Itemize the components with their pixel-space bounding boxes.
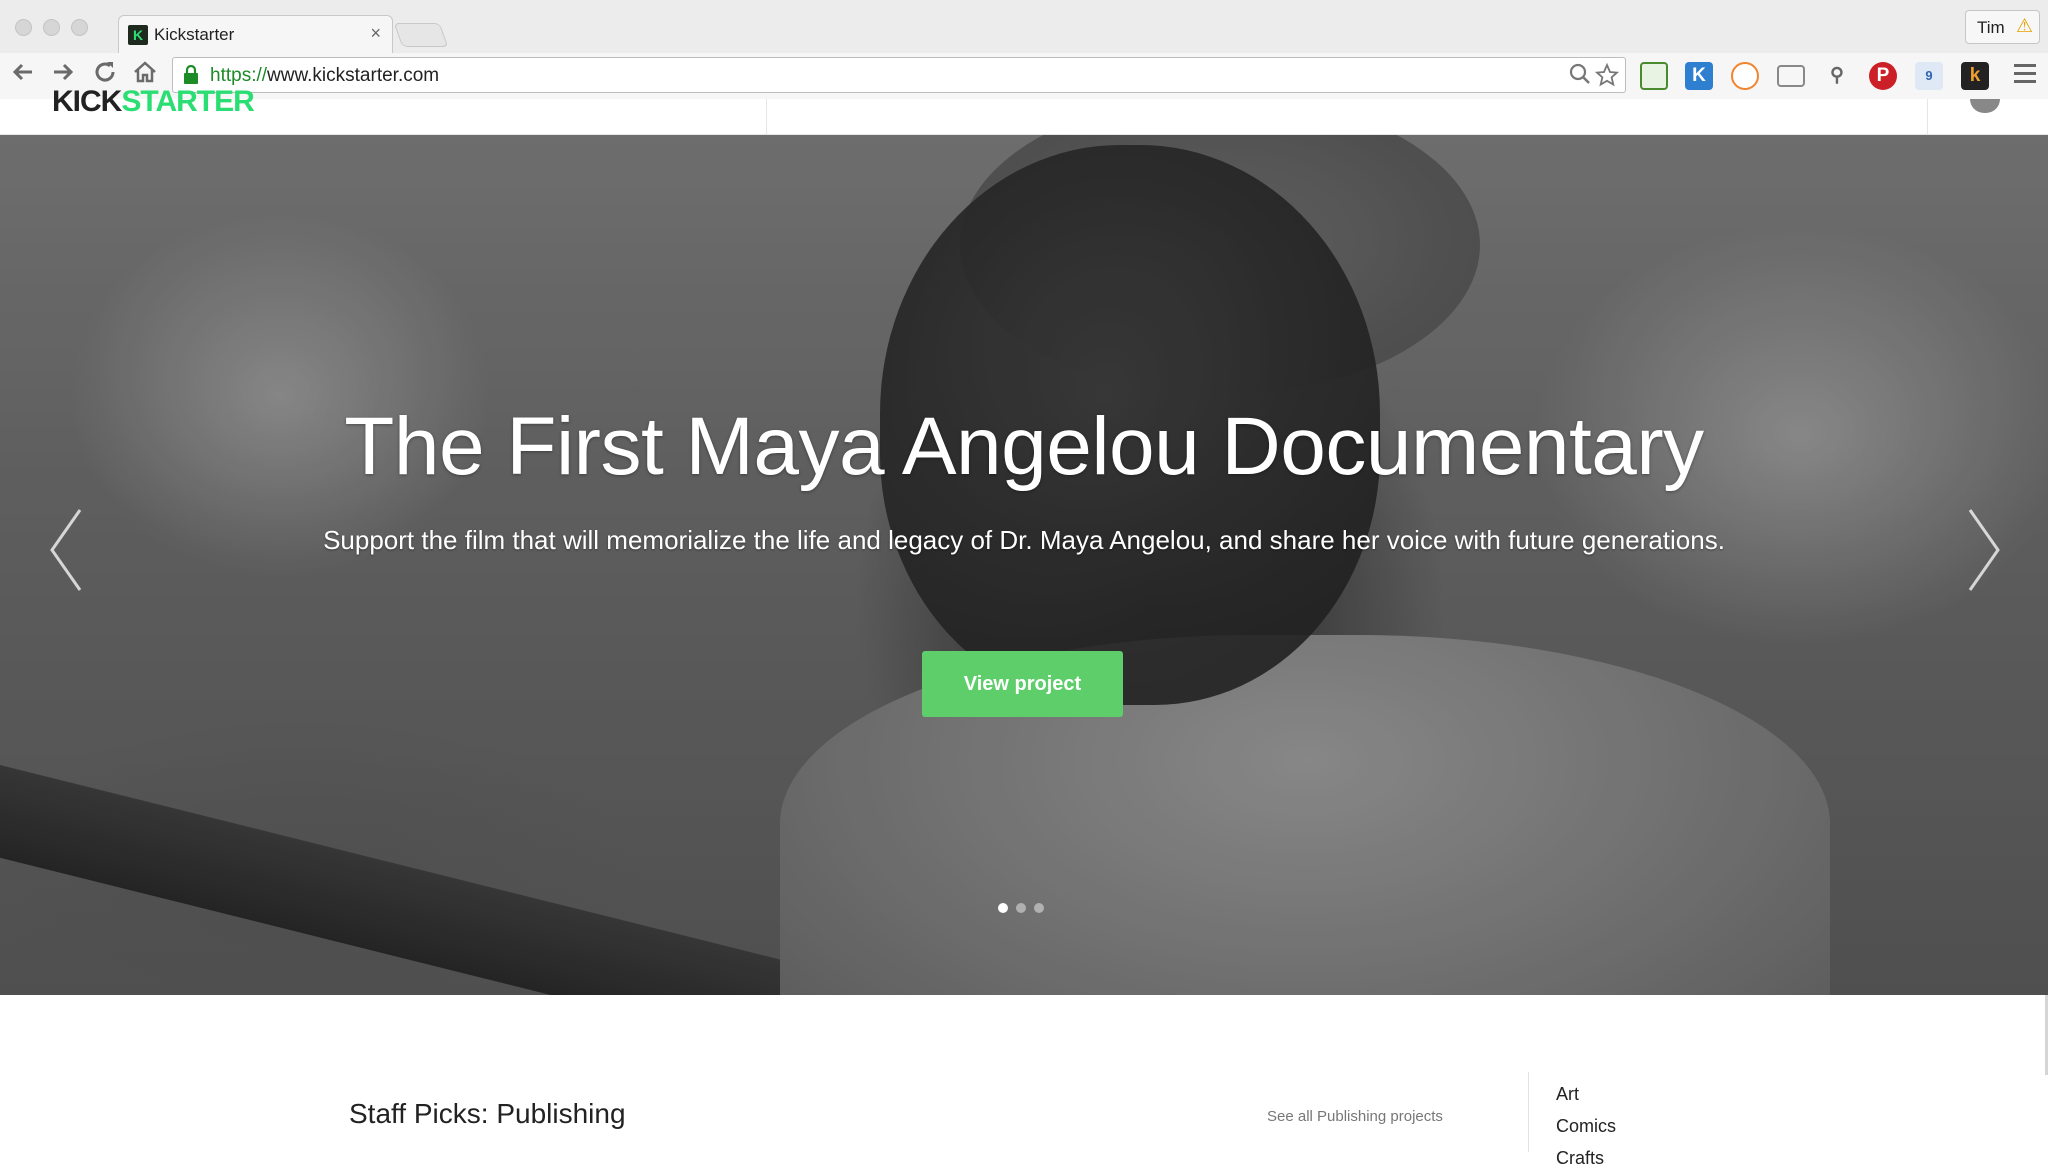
pinterest-icon[interactable]: P [1869, 62, 1897, 90]
site-header: KICKSTARTER [0, 85, 2048, 135]
category-item[interactable]: Crafts [1556, 1142, 1616, 1174]
extension-badge: 9 [1925, 68, 1933, 83]
header-divider [766, 99, 767, 135]
carousel-prev-icon[interactable] [40, 505, 100, 595]
back-icon[interactable] [8, 59, 38, 92]
carousel-next-icon[interactable] [1950, 505, 2010, 595]
cast-icon[interactable] [1777, 65, 1805, 87]
image-extension-icon[interactable] [1640, 62, 1668, 90]
lock-icon [184, 65, 198, 84]
avatar[interactable] [1970, 99, 2000, 113]
new-tab-button[interactable] [393, 23, 449, 47]
browser-chrome: K Kickstarter × Tim ⚠ https://www.kickst… [0, 0, 2048, 99]
staff-picks-title: Staff Picks: Publishing [349, 1098, 626, 1129]
window-close-button[interactable] [15, 19, 32, 36]
kickstarter-favicon-icon: K [128, 25, 148, 45]
search-extension-icon[interactable]: ⚲ [1823, 62, 1851, 90]
carousel-dots [998, 900, 1052, 918]
hero-carousel [0, 135, 2048, 995]
carousel-dot[interactable] [1016, 903, 1026, 913]
tab-title: Kickstarter [154, 25, 235, 44]
address-bar[interactable]: https://www.kickstarter.com [172, 57, 1626, 93]
orange-extension-icon[interactable] [1731, 62, 1759, 90]
hero-title[interactable]: The First Maya Angelou Documentary [0, 400, 2048, 494]
k-dark-extension-icon[interactable]: k [1961, 62, 1989, 90]
category-item[interactable]: Comics [1556, 1110, 1616, 1142]
window-minimize-button[interactable] [43, 19, 60, 36]
k-extension-icon[interactable]: K [1685, 62, 1713, 90]
hero-subtitle: Support the film that will memorialize t… [323, 525, 1725, 555]
tab-close-icon[interactable]: × [370, 23, 381, 44]
see-all-publishing-link[interactable]: See all Publishing projects [1267, 1108, 1443, 1125]
window-zoom-button[interactable] [71, 19, 88, 36]
url-text: https://www.kickstarter.com [210, 65, 440, 86]
zoom-icon[interactable] [1569, 63, 1591, 91]
bookmark-star-icon[interactable] [1594, 62, 1620, 93]
carousel-dot[interactable] [1034, 903, 1044, 913]
view-project-button[interactable]: View project [922, 651, 1123, 717]
carousel-dot[interactable] [998, 903, 1008, 913]
profile-name: Tim [1977, 18, 2005, 37]
kickstarter-logo[interactable]: KICKSTARTER [52, 85, 255, 119]
category-list: Art Comics Crafts [1556, 1078, 1616, 1174]
grid-extension-icon[interactable]: 9 [1915, 62, 1943, 90]
warning-icon: ⚠ [2016, 16, 2034, 37]
browser-toolbar: https://www.kickstarter.com K ⚲ P 9 k [0, 53, 2048, 99]
profile-button[interactable]: Tim ⚠ [1965, 10, 2040, 44]
category-divider [1528, 1072, 1529, 1152]
menu-icon[interactable] [2014, 64, 2036, 88]
hero-overlay [0, 135, 2048, 995]
category-item[interactable]: Art [1556, 1078, 1616, 1110]
header-divider [1927, 99, 1928, 135]
tab-strip: K Kickstarter × Tim ⚠ [0, 0, 2048, 53]
browser-tab-kickstarter[interactable]: K Kickstarter × [118, 15, 393, 53]
